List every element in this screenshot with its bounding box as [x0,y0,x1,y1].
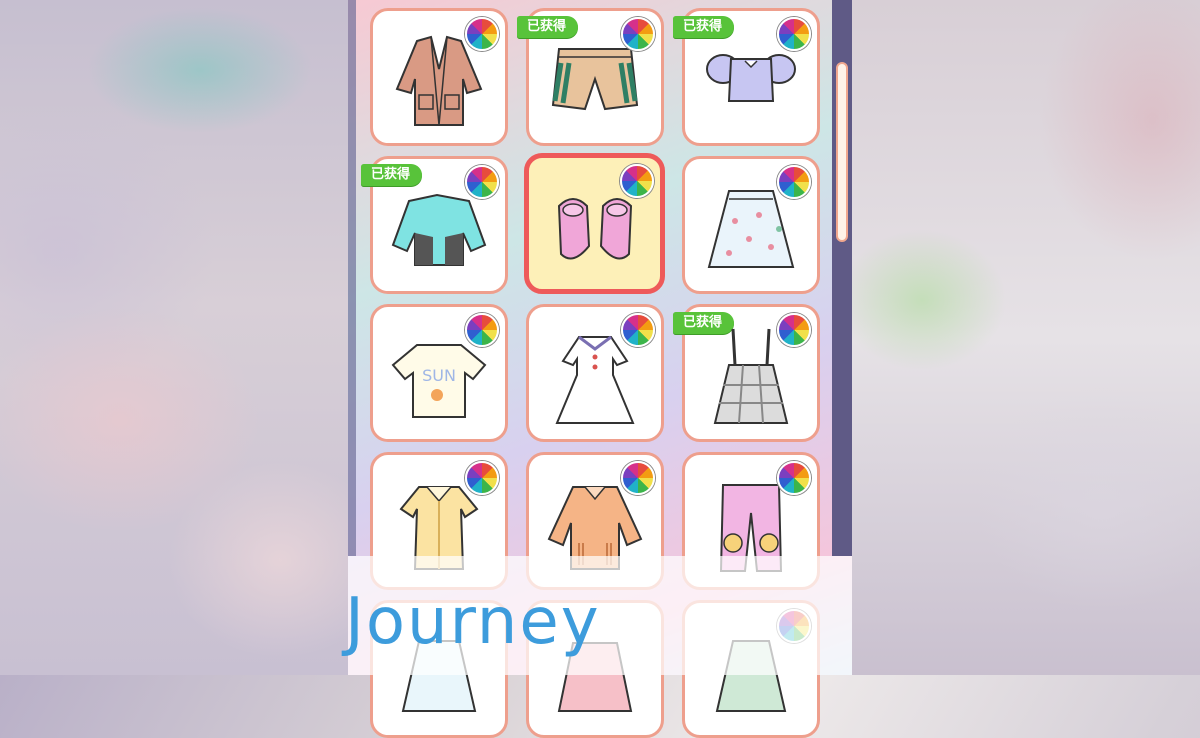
color-wheel-icon[interactable] [777,17,811,51]
color-wheel-icon[interactable] [621,313,655,347]
item-card-teal-jacket[interactable]: 已获得 [361,156,508,294]
color-wheel-icon[interactable] [465,461,499,495]
color-wheel-icon[interactable] [465,17,499,51]
svg-text:SUN: SUN [422,366,456,385]
blurred-background-left [0,0,348,675]
color-wheel-icon[interactable] [465,165,499,199]
color-wheel-icon[interactable] [777,165,811,199]
item-card-pink-gloves[interactable] [524,153,665,294]
item-card-lavender-crop-top[interactable]: 已获得 [673,8,820,146]
color-wheel-icon[interactable] [621,17,655,51]
item-card-brown-coat[interactable] [370,8,508,146]
color-wheel-icon[interactable] [777,313,811,347]
journey-caption: Journey [345,585,601,659]
item-card-tan-shorts[interactable]: 已获得 [517,8,664,146]
color-wheel-icon[interactable] [465,313,499,347]
scrollbar-thumb[interactable] [836,62,848,242]
color-wheel-icon[interactable] [777,461,811,495]
item-card-sun-tshirt[interactable]: SUN [370,304,508,442]
panel-edge-left [348,0,356,556]
color-wheel-icon[interactable] [621,461,655,495]
item-card-sailor-dress[interactable] [526,304,664,442]
blurred-background-right [852,0,1200,675]
item-card-floral-skirt[interactable] [682,156,820,294]
color-wheel-icon[interactable] [620,164,654,198]
item-card-plaid-suspender-skirt[interactable]: 已获得 [673,304,820,442]
